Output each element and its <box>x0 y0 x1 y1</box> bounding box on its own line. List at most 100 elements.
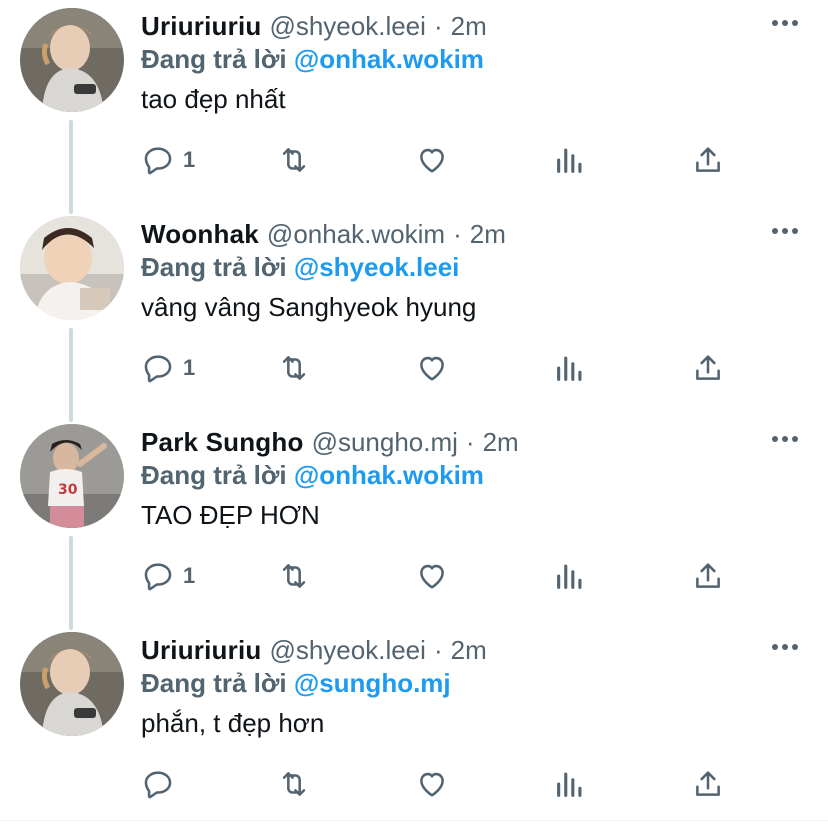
reply-icon <box>144 355 172 383</box>
reply-button[interactable]: 1 <box>141 348 195 388</box>
avatar-photo-light-hoodie <box>20 632 124 736</box>
reply-button[interactable]: 1 <box>141 140 195 180</box>
action-bar: 1 <box>141 348 741 388</box>
tweet-text: TAO ĐẸP HƠN <box>141 500 320 530</box>
display-name[interactable]: Woonhak <box>141 219 259 250</box>
views-button[interactable] <box>553 348 587 388</box>
tweet-header: Park Sungho @sungho.mj · 2m <box>141 424 519 460</box>
replying-to: Đang trả lời @onhak.wokim <box>141 460 484 494</box>
avatar[interactable] <box>20 632 124 736</box>
like-button[interactable] <box>415 556 449 596</box>
action-bar: 1 <box>141 140 741 180</box>
avatar-photo-child <box>20 216 124 320</box>
like-button[interactable] <box>415 348 449 388</box>
share-button[interactable] <box>691 140 725 180</box>
reply-tweet[interactable]: 30 Park Sungho @sungho.mj · 2m Đang trả … <box>0 416 828 624</box>
divider <box>0 820 828 821</box>
retweet-button[interactable] <box>277 140 311 180</box>
tweet-text: tao đẹp nhất <box>141 84 286 114</box>
separator-dot: · <box>433 634 443 665</box>
share-button[interactable] <box>691 764 725 804</box>
heart-icon <box>420 564 444 589</box>
replying-to-label: Đang trả lời <box>141 668 287 698</box>
share-icon <box>696 147 720 172</box>
reply-icon <box>144 147 172 175</box>
replying-to-handle[interactable]: @shyeok.leei <box>294 252 460 282</box>
analytics-icon <box>557 356 582 381</box>
user-handle[interactable]: @shyeok.leei <box>269 11 425 42</box>
timestamp[interactable]: 2m <box>483 427 519 458</box>
analytics-icon <box>557 564 582 589</box>
reply-tweet[interactable]: Uriuriuriu @shyeok.leei · 2m Đang trả lờ… <box>0 624 828 824</box>
replying-to-handle[interactable]: @onhak.wokim <box>294 44 484 74</box>
share-icon <box>696 771 720 796</box>
display-name[interactable]: Uriuriuriu <box>141 635 261 666</box>
share-icon <box>696 355 720 380</box>
tweet-text: phắn, t đẹp hơn <box>141 708 325 738</box>
retweet-button[interactable] <box>277 556 311 596</box>
more-horizontal-icon <box>772 20 778 26</box>
avatar-photo-street: 30 <box>20 424 124 528</box>
more-horizontal-icon <box>772 644 778 650</box>
views-button[interactable] <box>553 140 587 180</box>
tweet-header: Uriuriuriu @shyeok.leei · 2m <box>141 632 487 668</box>
share-icon <box>696 563 720 588</box>
more-options-button[interactable] <box>772 642 798 652</box>
like-button[interactable] <box>415 140 449 180</box>
display-name[interactable]: Park Sungho <box>141 427 304 458</box>
replying-to: Đang trả lời @onhak.wokim <box>141 44 484 78</box>
views-button[interactable] <box>553 764 587 804</box>
more-horizontal-icon <box>772 436 778 442</box>
reply-icon <box>144 771 172 799</box>
reply-button[interactable]: 1 <box>141 556 195 596</box>
tweet-header: Woonhak @onhak.wokim · 2m <box>141 216 506 252</box>
reply-button[interactable] <box>141 764 183 804</box>
retweet-icon <box>282 148 306 172</box>
tweet-text: vâng vâng Sanghyeok hyung <box>141 292 477 322</box>
avatar[interactable] <box>20 8 124 112</box>
share-button[interactable] <box>691 556 725 596</box>
replying-to: Đang trả lời @shyeok.leei <box>141 252 459 286</box>
timestamp[interactable]: 2m <box>451 11 487 42</box>
separator-dot: · <box>453 218 462 249</box>
replying-to-handle[interactable]: @onhak.wokim <box>294 460 484 490</box>
user-handle[interactable]: @shyeok.leei <box>269 635 425 666</box>
like-button[interactable] <box>415 764 449 804</box>
analytics-icon <box>557 148 582 173</box>
avatar[interactable]: 30 <box>20 424 124 528</box>
action-bar: 1 <box>141 556 741 596</box>
reply-icon <box>144 563 172 591</box>
separator-dot: · <box>465 426 475 457</box>
svg-text:30: 30 <box>58 482 78 498</box>
retweet-button[interactable] <box>277 764 311 804</box>
tweet-header: Uriuriuriu @shyeok.leei · 2m <box>141 8 487 44</box>
more-options-button[interactable] <box>772 434 798 444</box>
reply-count: 1 <box>183 355 196 380</box>
action-bar <box>141 764 741 804</box>
reply-tweet[interactable]: Woonhak @onhak.wokim · 2m Đang trả lời @… <box>0 208 828 416</box>
heart-icon <box>420 356 444 381</box>
replying-to: Đang trả lời @sungho.mj <box>141 668 451 702</box>
more-options-button[interactable] <box>772 18 798 28</box>
retweet-button[interactable] <box>277 348 311 388</box>
replying-to-handle[interactable]: @sungho.mj <box>294 668 451 698</box>
views-button[interactable] <box>553 556 587 596</box>
more-options-button[interactable] <box>772 226 798 236</box>
share-button[interactable] <box>691 348 725 388</box>
more-horizontal-icon <box>772 228 778 234</box>
heart-icon <box>420 772 444 797</box>
retweet-icon <box>282 356 306 380</box>
reply-count: 1 <box>183 147 196 172</box>
timestamp[interactable]: 2m <box>470 219 506 250</box>
reply-tweet[interactable]: Uriuriuriu @shyeok.leei · 2m Đang trả lờ… <box>0 0 828 208</box>
heart-icon <box>420 148 444 173</box>
retweet-icon <box>282 564 306 588</box>
reply-thread: Uriuriuriu @shyeok.leei · 2m Đang trả lờ… <box>0 0 828 824</box>
user-handle[interactable]: @onhak.wokim <box>267 219 445 250</box>
user-handle[interactable]: @sungho.mj <box>312 427 458 458</box>
replying-to-label: Đang trả lời <box>141 252 287 282</box>
display-name[interactable]: Uriuriuriu <box>141 11 261 42</box>
avatar[interactable] <box>20 216 124 320</box>
replying-to-label: Đang trả lời <box>141 44 287 74</box>
timestamp[interactable]: 2m <box>451 635 487 666</box>
